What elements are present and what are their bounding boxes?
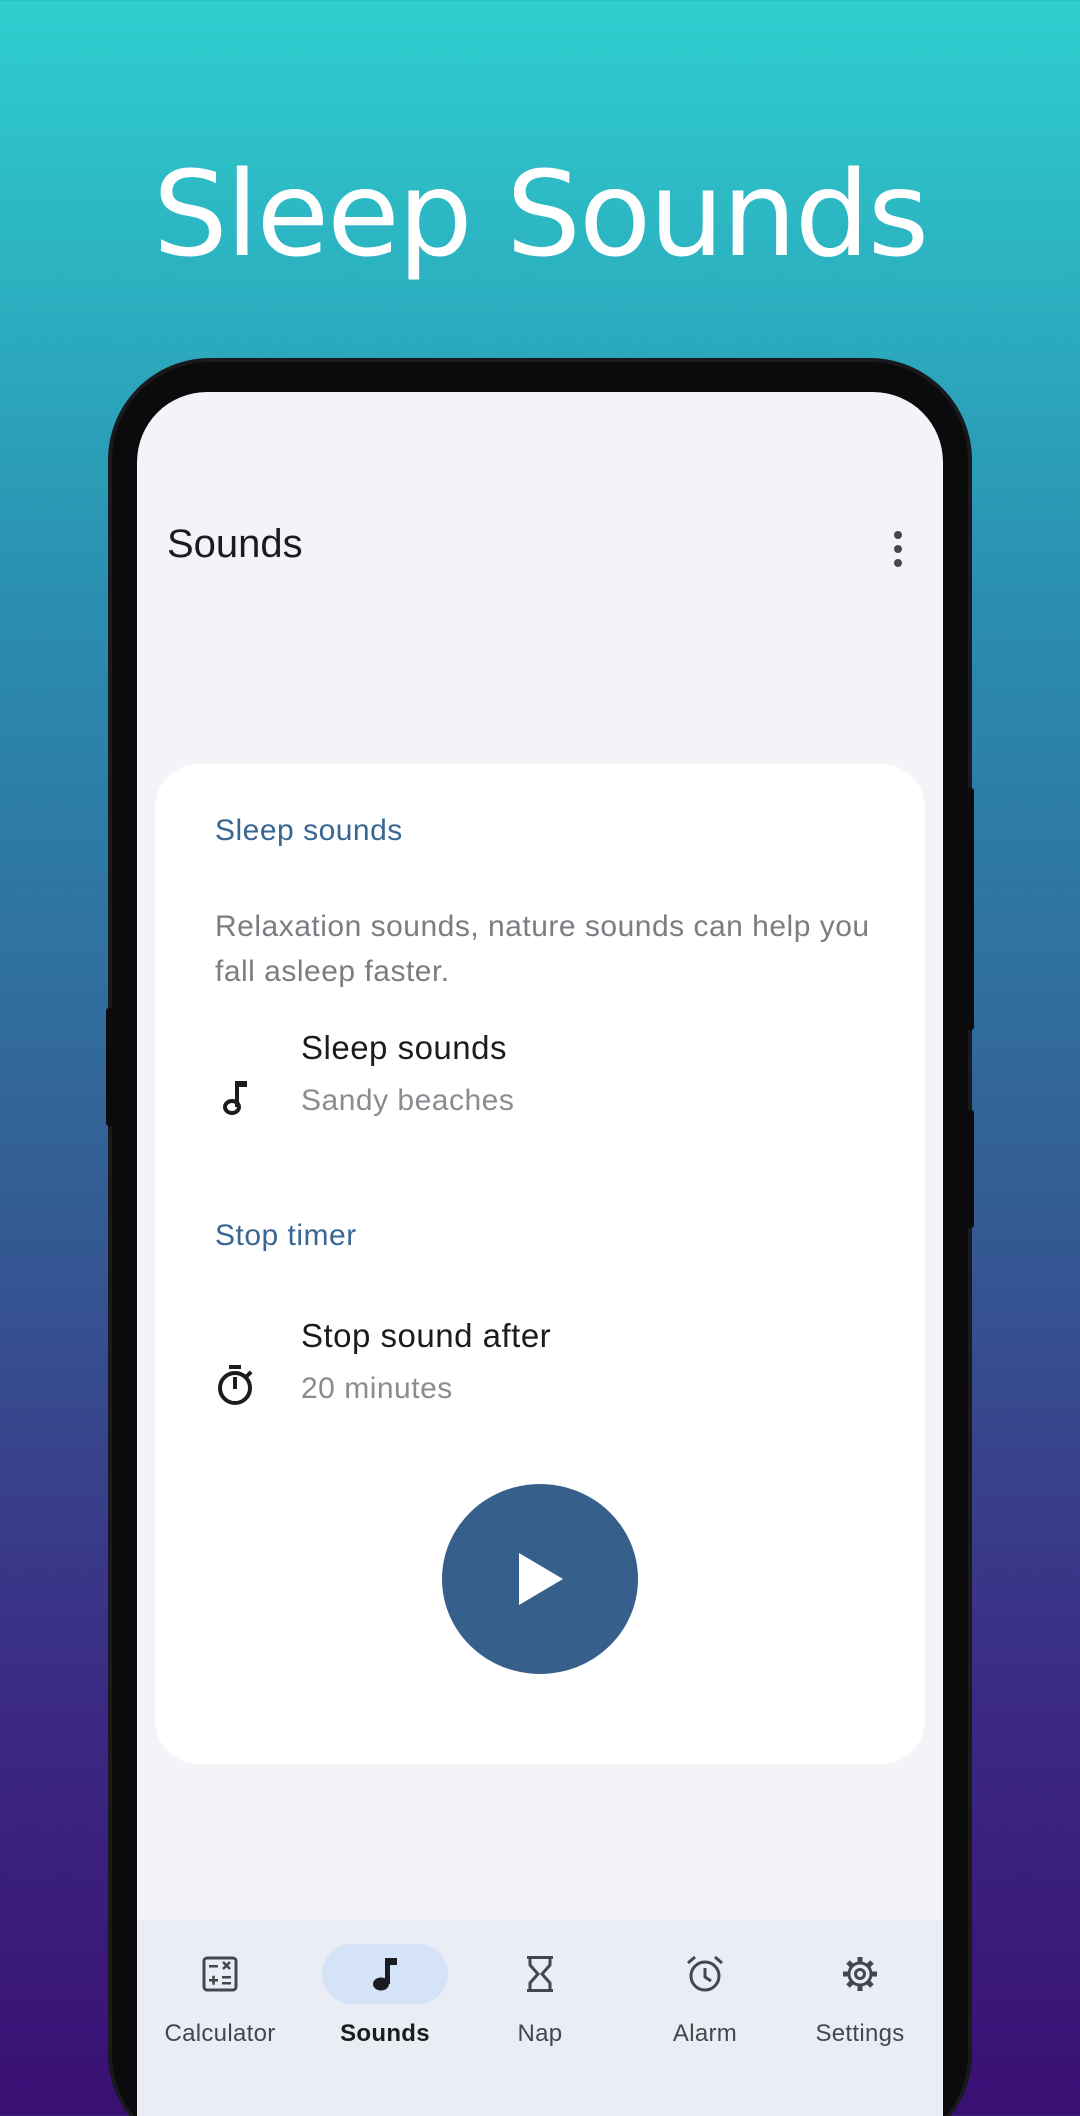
alarm-icon xyxy=(687,1955,723,1992)
phone-side-button xyxy=(106,1008,116,1126)
promo-title: Sleep Sounds xyxy=(152,145,929,283)
sleep-sound-title: Sleep sounds xyxy=(301,1029,507,1066)
gear-icon xyxy=(843,1957,877,1991)
music-note-icon xyxy=(215,1077,255,1117)
stop-timer-preference[interactable]: Stop sound after 20 minutes xyxy=(155,1317,925,1437)
more-vert-icon[interactable] xyxy=(878,529,918,569)
nav-icon-container xyxy=(157,1944,283,2004)
description-text: Relaxation sounds, nature sounds can hel… xyxy=(215,910,870,988)
bottom-navigation: Calculator Sounds Nap Alarm Settings xyxy=(137,1920,943,2116)
timer-icon xyxy=(215,1365,255,1405)
sleep-sound-preference[interactable]: Sleep sounds Sandy beaches xyxy=(155,1029,925,1149)
nav-icon-container xyxy=(797,1944,923,2004)
nav-item-sounds[interactable]: Sounds xyxy=(305,1920,465,2116)
play-icon xyxy=(519,1553,563,1605)
section-header-stop-timer: Stop timer xyxy=(215,1219,357,1252)
nav-item-nap[interactable]: Nap xyxy=(460,1920,620,2116)
section-header-sleep-sounds: Sleep sounds xyxy=(215,814,403,847)
page-title: Sounds xyxy=(167,522,303,566)
music-note-icon xyxy=(373,1958,397,1991)
stop-timer-value: 20 minutes xyxy=(301,1372,453,1405)
nav-label-settings: Settings xyxy=(815,2020,905,2047)
nav-item-calculator[interactable]: Calculator xyxy=(140,1920,300,2116)
hourglass-icon xyxy=(527,1956,553,1992)
nav-icon-container xyxy=(477,1944,603,2004)
nav-item-alarm[interactable]: Alarm xyxy=(625,1920,785,2116)
nav-item-settings[interactable]: Settings xyxy=(780,1920,940,2116)
sleep-sound-value: Sandy beaches xyxy=(301,1084,515,1117)
phone-side-button xyxy=(964,788,974,1030)
nav-icon-container xyxy=(642,1944,768,2004)
phone-side-button xyxy=(964,1110,974,1228)
nav-label-alarm: Alarm xyxy=(672,2020,738,2047)
nav-label-sounds: Sounds xyxy=(340,2020,430,2047)
calculator-icon xyxy=(202,1956,238,1992)
nav-label-calculator: Calculator xyxy=(164,2020,276,2047)
play-button[interactable] xyxy=(442,1484,638,1674)
nav-icon-container-active xyxy=(322,1944,448,2004)
sleep-sounds-card: Sleep sounds Relaxation sounds, nature s… xyxy=(155,764,925,1764)
nav-label-nap: Nap xyxy=(517,2020,563,2047)
stop-timer-title: Stop sound after xyxy=(301,1317,552,1354)
app-screen: Sounds Sleep sounds Relaxation sounds, n… xyxy=(137,392,943,2116)
